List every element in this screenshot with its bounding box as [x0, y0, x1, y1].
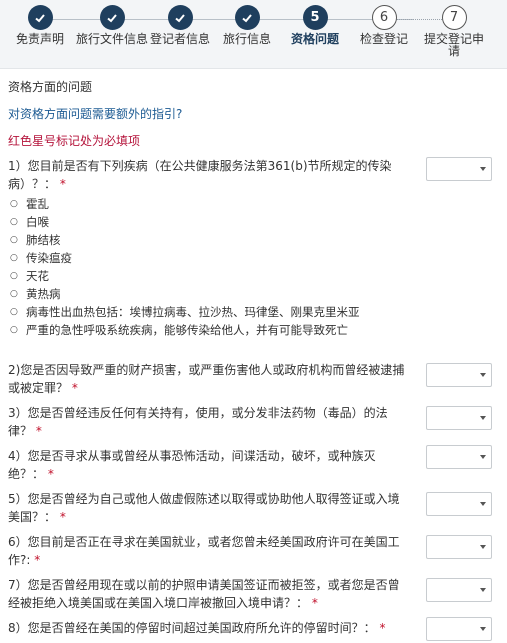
question-text: 3）您是否曾经违反任何有关持有，使用，或分发非法药物（毒品）的法律？ — [8, 406, 388, 438]
step-label: 免责声明 — [15, 32, 64, 46]
step-travel-info[interactable]: 旅行信息 — [211, 5, 283, 45]
required-star: * — [311, 596, 318, 610]
step-label: 提交登记申请 — [423, 32, 484, 58]
section-title: 资格方面的问题 — [8, 80, 93, 94]
step-complete-icon — [234, 5, 260, 30]
question-text: 5）您是否曾经为自己或他人做虚假陈述以取得或协助他人取得签证或入境美国？： — [8, 492, 400, 524]
chevron-down-icon — [480, 455, 486, 459]
step-travel-documents[interactable]: 旅行文件信息 — [76, 5, 148, 45]
chevron-down-icon — [480, 373, 486, 377]
step-applicant-info[interactable]: 登记者信息 — [144, 5, 216, 45]
question-text: 6）您目前是否正在寻求在美国就业，或者您曾未经美国政府许可在美国工作?: — [8, 535, 400, 567]
step-number: 7 — [441, 5, 467, 30]
question-3: 3）您是否曾经违反任何有关持有，使用，或分发非法药物（毒品）的法律？ * — [8, 404, 500, 444]
question-8: 8）您是否曾经在美国的停留时间超过美国政府所允许的停留时间？： * — [8, 617, 500, 643]
answer-dropdown[interactable] — [426, 617, 492, 641]
answer-dropdown[interactable] — [426, 157, 492, 181]
answer-dropdown[interactable] — [426, 363, 492, 387]
required-note: 红色星号标记处为必填项 — [8, 134, 141, 148]
chevron-down-icon — [480, 545, 486, 549]
question-7: 7）您是否曾经用现在或以前的护照申请美国签证而被拒签，或者您是否曾经被拒绝入境美… — [8, 576, 500, 616]
question-6: 6）您目前是否正在寻求在美国就业，或者您曾未经美国政府许可在美国工作?: * — [8, 533, 500, 573]
step-submit[interactable]: 7 提交登记申请 — [418, 5, 490, 57]
question-1: 1）您目前是否有下列疾病（在公共健康服务法第361(b)节所规定的传染病）？： … — [8, 157, 500, 339]
list-item: 严重的急性呼吸系统疾病，能够传染给他人，并有可能导致死亡 — [10, 321, 500, 339]
list-item: 天花 — [10, 267, 500, 285]
list-item: 病毒性出血热包括：埃博拉病毒、拉沙热、玛律堡、刚果克里米亚 — [10, 303, 500, 321]
question-2: 2)您是否因导致严重的财产损害，或严重伤害他人或政府机构而曾经被逮捕或被定罪？ … — [8, 361, 500, 401]
question-5: 5）您是否曾经为自己或他人做虚假陈述以取得或协助他人取得签证或入境美国？： * — [8, 490, 500, 530]
step-number: 6 — [371, 5, 397, 30]
step-label: 登记者信息 — [149, 32, 210, 46]
list-item: 白喉 — [10, 213, 500, 231]
required-star: * — [379, 621, 386, 635]
step-label: 资格问题 — [290, 32, 339, 46]
list-item: 黄热病 — [10, 285, 500, 303]
answer-dropdown[interactable] — [426, 492, 492, 516]
step-review[interactable]: 6 检查登记 — [348, 5, 420, 45]
required-star: * — [71, 381, 78, 395]
step-complete-icon — [27, 5, 53, 30]
required-star: * — [59, 510, 66, 524]
progress-stepper: 免责声明 旅行文件信息 登记者信息 旅行信息 5 资格问题 6 检查登记 7 提… — [0, 0, 507, 69]
question-4: 4）您是否寻求从事或曾经从事恐怖活动，间谍活动，破坏，或种族灭绝？： * — [8, 445, 500, 487]
chevron-down-icon — [480, 167, 486, 171]
step-complete-icon — [99, 5, 125, 30]
guidance-link[interactable]: 对资格方面问题需要额外的指引? — [8, 105, 500, 122]
answer-dropdown[interactable] — [426, 535, 492, 559]
list-item: 传染瘟疫 — [10, 249, 500, 267]
chevron-down-icon — [480, 416, 486, 420]
question-text: 7）您是否曾经用现在或以前的护照申请美国签证而被拒签，或者您是否曾经被拒绝入境美… — [8, 578, 400, 610]
step-label: 旅行信息 — [222, 32, 271, 46]
question-text: 2)您是否因导致严重的财产损害，或严重伤害他人或政府机构而曾经被逮捕或被定罪？ — [8, 363, 405, 395]
disease-list: 霍乱 白喉 肺结核 传染瘟疫 天花 黄热病 病毒性出血热包括：埃博拉病毒、拉沙热… — [8, 195, 500, 339]
step-number: 5 — [302, 5, 328, 30]
chevron-down-icon — [480, 627, 486, 631]
answer-dropdown[interactable] — [426, 406, 492, 430]
step-label: 检查登记 — [359, 32, 408, 46]
step-disclaimer[interactable]: 免责声明 — [4, 5, 76, 45]
required-star: * — [34, 553, 41, 567]
step-label: 旅行文件信息 — [76, 32, 149, 46]
chevron-down-icon — [480, 502, 486, 506]
required-star: * — [59, 177, 66, 191]
step-eligibility[interactable]: 5 资格问题 — [279, 5, 351, 45]
answer-dropdown[interactable] — [426, 445, 492, 469]
list-item: 霍乱 — [10, 195, 500, 213]
list-item: 肺结核 — [10, 231, 500, 249]
required-star: * — [35, 424, 42, 438]
question-text: 8）您是否曾经在美国的停留时间超过美国政府所允许的停留时间？： — [8, 621, 376, 635]
answer-dropdown[interactable] — [426, 578, 492, 602]
required-star: * — [47, 467, 54, 481]
eligibility-form: 资格方面的问题 对资格方面问题需要额外的指引? 红色星号标记处为必填项 1）您目… — [8, 78, 500, 643]
question-text: 4）您是否寻求从事或曾经从事恐怖活动，间谍活动，破坏，或种族灭绝？： — [8, 449, 376, 481]
step-complete-icon — [167, 5, 193, 30]
chevron-down-icon — [480, 588, 486, 592]
